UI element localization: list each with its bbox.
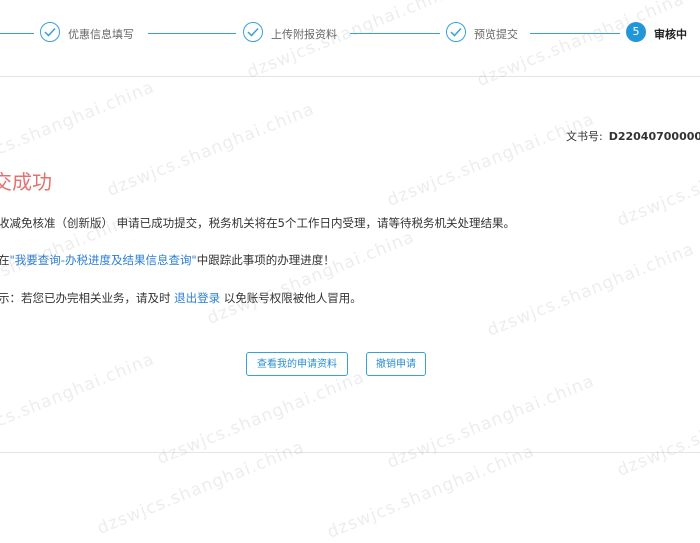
watermark-text: dzswjcs.shanghai.china xyxy=(0,349,158,451)
progress-steps: 优惠信息填写 上传附报资料 预览提交 5 审核中 xyxy=(0,0,700,70)
step-2-check-icon xyxy=(243,22,263,42)
step-3-check-icon xyxy=(446,22,466,42)
watermark-text: dzswjcs.shanghai.china xyxy=(0,77,158,179)
tracking-hint-line: 在"我要查询-办税进度及结果信息查询"中跟踪此事项的办理进度！ xyxy=(0,252,335,268)
success-title: 交成功 xyxy=(0,170,52,194)
document-number: 文书号: D220407000000 xyxy=(566,128,700,144)
step-3-label: 预览提交 xyxy=(474,28,518,41)
step-2-label: 上传附报资料 xyxy=(271,28,337,41)
document-number-label: 文书号: xyxy=(566,130,603,143)
cancel-application-button[interactable]: 撤销申请 xyxy=(366,352,426,376)
watermark-text: dzswjcs.shanghai.china xyxy=(614,379,700,481)
step-1-label: 优惠信息填写 xyxy=(68,28,134,41)
step-connector xyxy=(148,33,236,34)
watermark-text: dzswjcs.shanghai.china xyxy=(154,367,368,469)
watermark-text: dzswjcs.shanghai.china xyxy=(614,129,700,231)
watermark-text: dzswjcs.shanghai.china xyxy=(204,227,418,329)
logout-hint-prefix: 示：若您已办完相关业务，请及时 xyxy=(0,291,175,305)
step-connector xyxy=(530,33,620,34)
bottom-divider xyxy=(0,452,700,453)
result-message-line: 收减免核准（创新版） 申请已成功提交，税务机关将在5个工作日内受理，请等待税务机… xyxy=(0,216,515,230)
watermark-text: dzswjcs.shanghai.china xyxy=(104,99,318,201)
watermark-text: dzswjcs.shanghai.china xyxy=(384,371,598,473)
progress-query-link[interactable]: "我要查询-办税进度及结果信息查询" xyxy=(10,253,197,267)
watermark-text: dzswjcs.shanghai.china xyxy=(324,441,538,543)
tracking-hint-prefix: 在 xyxy=(0,253,10,267)
step-1-check-icon xyxy=(40,22,60,42)
step-connector xyxy=(0,33,34,34)
watermark-text: dzswjcs.shanghai.china xyxy=(484,239,698,341)
logout-link[interactable]: 退出登录 xyxy=(174,291,220,305)
step-4-number-badge: 5 xyxy=(626,22,646,42)
step-connector xyxy=(350,33,440,34)
top-divider xyxy=(0,76,700,77)
watermark-text: dzswjcs.shanghai.china xyxy=(384,109,598,211)
view-application-button[interactable]: 查看我的申请资料 xyxy=(246,352,348,376)
step-4-label: 审核中 xyxy=(654,28,687,41)
document-number-value: D220407000000 xyxy=(608,130,700,143)
logout-hint-suffix: 以免账号权限被他人冒用。 xyxy=(220,291,362,305)
tracking-hint-suffix: 中跟踪此事项的办理进度！ xyxy=(196,253,335,267)
logout-hint-line: 示：若您已办完相关业务，请及时 退出登录 以免账号权限被他人冒用。 xyxy=(0,290,362,306)
